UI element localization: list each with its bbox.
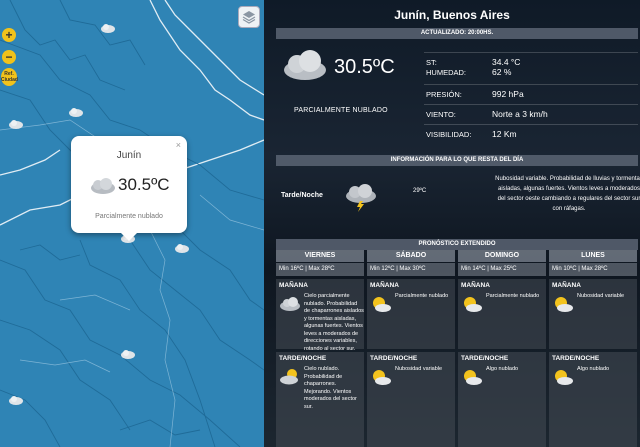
partly-sunny-icon [555,370,573,385]
cloud-icon [284,50,326,80]
popup-close-button[interactable]: × [176,140,181,150]
map-cloud-icon[interactable] [8,394,24,406]
morning-slot: MAÑANA Nubosidad variable [549,279,637,349]
detail-label: HUMEDAD: [426,68,467,77]
slot-text: Nubosidad variable [395,366,443,372]
slot-title: MAÑANA [370,282,399,289]
slot-text: Cielo parcialmente nublado. Probabilidad… [304,293,364,352]
slot-text: Parcialmente nublado [486,293,540,299]
day-range: Min 14ºC | Max 25ºC [458,263,546,276]
slot-title: TARDE/NOCHE [370,355,418,362]
cloud-icon [280,297,300,311]
city-title: Junín, Buenos Aires [394,8,510,22]
slot-text: Cielo nublado. Probabilidad de chaparron… [304,366,357,410]
morning-slot: MAÑANA Parcialmente nublado [367,279,455,349]
detail-value: 62 % [492,67,512,77]
day-range: Min 10ºC | Max 28ºC [549,263,637,276]
day-name: DOMINGO [458,250,546,262]
day-name: LUNES [549,250,637,262]
day-range: Min 16ºC | Max 28ºC [276,263,364,276]
partly-cloudy-icon [91,178,115,194]
zoom-in-button[interactable]: + [2,28,16,42]
morning-slot: MAÑANA Cielo parcialmente nublado. Proba… [276,279,364,352]
layers-button[interactable] [238,6,260,28]
current-temperature: 30.5ºC [334,56,395,78]
night-slot: TARDE/NOCHE Cielo nublado. Probabilidad … [276,352,364,447]
slot-text: Algo nublado [486,366,519,372]
zoom-out-button[interactable]: − [2,50,16,64]
partly-cloudy-icon [280,369,298,385]
rest-of-day-temperature: 29ºC [413,188,427,194]
partly-sunny-icon [555,297,573,312]
slot-title: MAÑANA [279,282,308,289]
city-popup: × Junín 30.5ºC Parcialmente nublado [71,136,187,241]
detail-label: VIENTO: [426,110,456,119]
night-slot: TARDE/NOCHE Algo nublado [549,352,637,447]
map-cloud-icon[interactable] [100,22,116,34]
rest-of-day-period: Tarde/Noche [281,192,323,199]
day-range: Min 12ºC | Max 30ºC [367,263,455,276]
weather-map[interactable]: + − Ref. Ciudad × Junín 30.5ºC Parcialme… [0,0,264,447]
extended-bar: PRONÓSTICO EXTENDIDO [276,239,638,250]
map-cloud-icon[interactable] [174,242,190,254]
detail-value: 992 hPa [492,89,524,99]
popup-description: Parcialmente nublado [95,213,163,220]
slot-text: Parcialmente nublado [395,293,449,299]
detail-label: PRESIÓN: [426,90,462,99]
slot-text: Nubosidad variable [577,293,625,299]
weather-panel: Junín, Buenos Aires ACTUALIZADO: 20:00HS… [264,0,640,447]
popup-city: Junín [116,150,142,161]
detail-label: VISIBILIDAD: [426,130,472,139]
partly-sunny-icon [373,297,391,312]
detail-row: HUMEDAD: 62 % [424,63,638,82]
partly-sunny-icon [373,370,391,385]
slot-title: TARDE/NOCHE [279,355,327,362]
morning-slot: MAÑANA Parcialmente nublado [458,279,546,349]
current-description: PARCIALMENTE NUBLADO [294,107,388,114]
slot-title: MAÑANA [461,282,490,289]
detail-row: VISIBILIDAD: 12 Km [424,124,638,143]
partly-sunny-icon [464,370,482,385]
partly-sunny-icon [464,297,482,312]
detail-value: Norte a 3 km/h [492,109,548,119]
rest-of-day-bar: INFORMACIÓN PARA LO QUE RESTA DEL DÍA [276,155,638,166]
map-cloud-icon[interactable] [68,106,84,118]
slot-title: TARDE/NOCHE [461,355,509,362]
map-cloud-icon[interactable] [120,348,136,360]
night-slot: TARDE/NOCHE Nubosidad variable [367,352,455,447]
detail-value: 12 Km [492,129,517,139]
location-button[interactable]: Ref. Ciudad [1,68,18,86]
storm-cloud-icon [346,184,376,212]
popup-temperature: 30.5ºC [118,175,170,194]
layers-icon [242,11,256,24]
updated-bar: ACTUALIZADO: 20:00HS. [276,28,638,39]
night-slot: TARDE/NOCHE Algo nublado [458,352,546,447]
rest-of-day-text: Nubosidad variable. Probabilidad de lluv… [495,176,640,212]
day-name: SÁBADO [367,250,455,262]
slot-title: TARDE/NOCHE [552,355,600,362]
day-name: VIERNES [276,250,364,262]
slot-text: Algo nublado [577,366,610,372]
detail-row: PRESIÓN: 992 hPa [424,84,638,103]
map-cloud-icon[interactable] [8,118,24,130]
detail-row: VIENTO: Norte a 3 km/h [424,104,638,123]
slot-title: MAÑANA [552,282,581,289]
